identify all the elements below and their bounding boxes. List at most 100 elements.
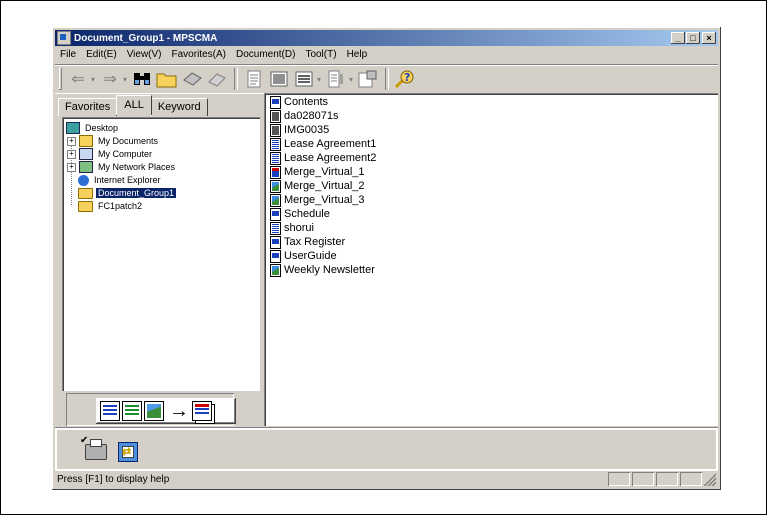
list-item[interactable]: UserGuide (270, 249, 337, 263)
file-name: Merge_Virtual_3 (284, 194, 365, 206)
list-item[interactable]: da028071s (270, 109, 338, 123)
file-name: Tax Register (284, 236, 346, 248)
scanned-document-icon (270, 123, 281, 137)
tree-item-my-computer[interactable]: + My Computer (67, 148, 154, 160)
tree-item-label: My Network Places (98, 162, 176, 172)
close-button[interactable]: × (702, 32, 716, 44)
text-document-icon (270, 221, 281, 235)
resize-grip-icon[interactable] (704, 472, 716, 486)
app-icon[interactable] (57, 31, 71, 45)
tree-item-label: My Computer (98, 149, 153, 159)
file-list[interactable]: Contents da028071s IMG0035 Lease Agreeme… (264, 93, 718, 426)
menu-help[interactable]: Help (342, 47, 373, 63)
list-item[interactable]: Lease Agreement1 (270, 137, 376, 151)
action-bar (55, 427, 718, 471)
status-text: Press [F1] to display help (57, 474, 170, 485)
back-icon[interactable]: ⇐ (66, 68, 90, 90)
tree-item-label: My Documents (98, 136, 159, 146)
list-item[interactable]: Lease Agreement2 (270, 151, 376, 165)
tree-item-fc1patch2[interactable]: FC1patch2 (78, 200, 144, 212)
nav-tabs: Favorites ALL Keyword (58, 95, 208, 116)
thumbnail-icon[interactable] (267, 68, 291, 90)
file-name: Merge_Virtual_2 (284, 180, 365, 192)
properties-icon[interactable] (242, 68, 266, 90)
arrow-right-icon: → (169, 399, 189, 422)
list-item[interactable]: Weekly Newsletter (270, 263, 375, 277)
back-dropdown-icon[interactable]: ▾ (91, 75, 95, 84)
binoculars-icon[interactable] (130, 68, 154, 90)
menu-file[interactable]: File (55, 47, 81, 63)
my-documents-icon (79, 135, 93, 147)
toolbar-grip[interactable] (59, 68, 62, 90)
tab-keyword[interactable]: Keyword (150, 98, 208, 116)
file-name: Lease Agreement2 (284, 152, 377, 164)
merged-document-icon (192, 401, 212, 421)
file-name: Contents (284, 96, 329, 108)
folder-icon (78, 200, 93, 212)
tree-item-desktop[interactable]: Desktop (66, 122, 120, 134)
image-document-icon (144, 401, 164, 421)
list-item[interactable]: IMG0035 (270, 123, 329, 137)
list-item[interactable]: Contents (270, 95, 328, 109)
image-document-icon (270, 179, 281, 193)
forward-dropdown-icon[interactable]: ▾ (123, 75, 127, 84)
status-panel (680, 472, 702, 486)
list-item[interactable]: Schedule (270, 207, 330, 221)
tree-item-internet-explorer[interactable]: Internet Explorer (78, 174, 163, 186)
document-settings-icon[interactable] (356, 68, 380, 90)
expand-icon[interactable]: + (67, 162, 76, 172)
file-name: shorui (284, 222, 314, 234)
document-icon (100, 401, 120, 421)
view-dropdown-icon[interactable]: ▾ (317, 75, 321, 84)
tree-item-label: Internet Explorer (94, 175, 161, 185)
merge-panel: → (66, 393, 236, 426)
print-icon[interactable] (180, 68, 204, 90)
tab-favorites[interactable]: Favorites (58, 98, 118, 116)
merge-dropdown-icon[interactable]: ▾ (349, 75, 353, 84)
fax-transfer-icon (118, 442, 138, 462)
menu-edit[interactable]: Edit(E) (81, 47, 122, 63)
minimize-button[interactable]: _ (671, 32, 685, 44)
expand-icon[interactable]: + (67, 136, 76, 146)
status-panel (656, 472, 678, 486)
tree-item-my-documents[interactable]: + My Documents (67, 135, 160, 147)
maximize-button[interactable]: □ (686, 32, 700, 44)
expand-icon[interactable]: + (67, 149, 76, 159)
fax-icon[interactable] (205, 68, 229, 90)
print-document-button[interactable] (80, 435, 109, 465)
list-item[interactable]: Merge_Virtual_1 (270, 165, 365, 179)
window-title: Document_Group1 - MPSCMA (74, 32, 218, 44)
window-controls: _ □ × (670, 32, 716, 44)
file-name: da028071s (284, 110, 339, 122)
tree-item-document-group1[interactable]: Document_Group1 (78, 187, 178, 199)
list-item[interactable]: Tax Register (270, 235, 345, 249)
merge-icon[interactable] (324, 68, 348, 90)
tree-item-my-network-places[interactable]: + My Network Places (67, 161, 177, 173)
tree-item-label: FC1patch2 (98, 201, 143, 211)
fax-send-button[interactable] (115, 439, 141, 465)
list-item[interactable]: shorui (270, 221, 314, 235)
status-panel (632, 472, 654, 486)
forward-icon[interactable]: ⇒ (98, 68, 122, 90)
title-bar[interactable]: Document_Group1 - MPSCMA _ □ × (55, 30, 718, 46)
menu-favorites[interactable]: Favorites(A) (167, 47, 231, 63)
merge-documents-button[interactable]: → (96, 398, 236, 424)
list-item[interactable]: Merge_Virtual_3 (270, 193, 365, 207)
main-window: Document_Group1 - MPSCMA _ □ × File Edit… (52, 27, 721, 490)
image-document-icon (270, 263, 281, 277)
navigation-pane: Favorites ALL Keyword Desktop + My Docum… (58, 95, 264, 426)
list-item[interactable]: Merge_Virtual_2 (270, 179, 365, 193)
menu-tool[interactable]: Tool(T) (300, 47, 341, 63)
document-icon (270, 235, 281, 249)
menu-bar: File Edit(E) View(V) Favorites(A) Docume… (55, 47, 372, 63)
image-document-icon (270, 193, 281, 207)
menu-view[interactable]: View(V) (122, 47, 167, 63)
folder-open-icon[interactable] (155, 68, 179, 90)
tab-all[interactable]: ALL (116, 95, 152, 115)
list-view-icon[interactable] (292, 68, 316, 90)
text-document-icon (122, 401, 142, 421)
toolbar-separator-2 (385, 68, 390, 90)
menu-document[interactable]: Document(D) (231, 47, 300, 63)
help-icon[interactable]: ? (393, 68, 417, 90)
folder-tree[interactable]: Desktop + My Documents + My Computer + M… (62, 117, 260, 391)
